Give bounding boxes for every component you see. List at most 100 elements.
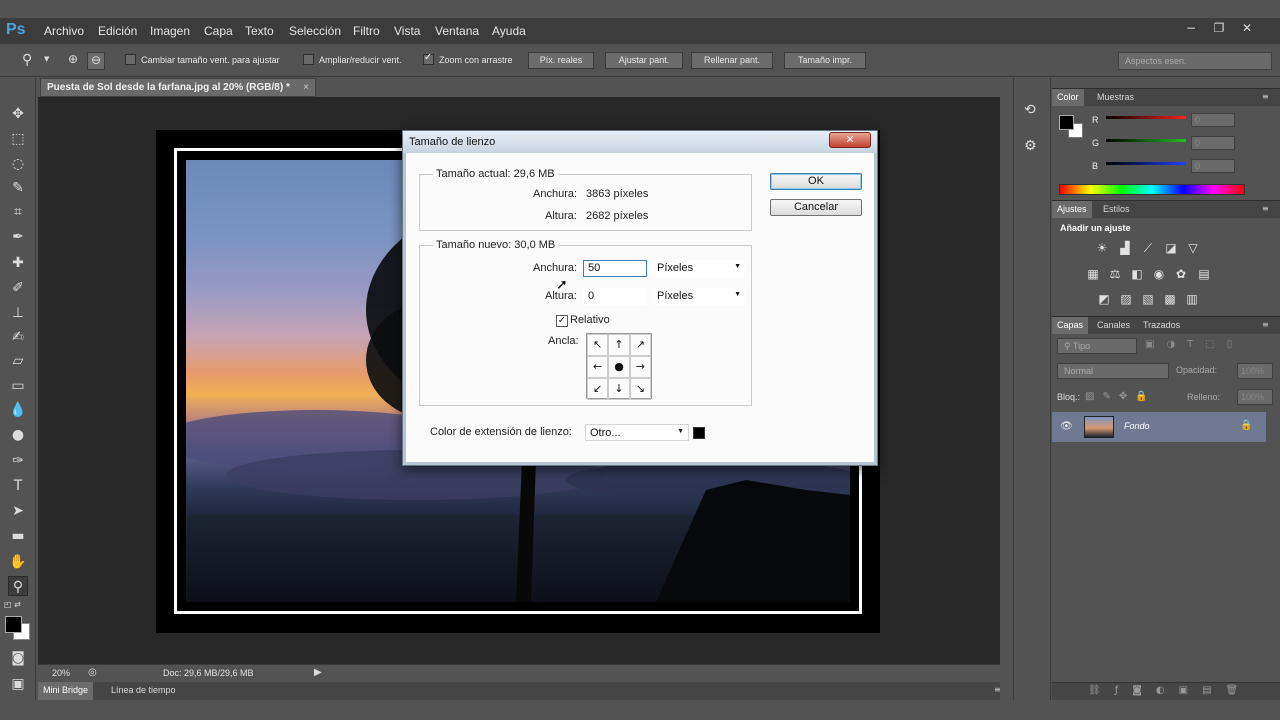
marquee-tool-icon[interactable]: ⬚ — [8, 129, 28, 149]
quick-select-tool-icon[interactable]: ✎ — [8, 178, 28, 198]
ok-button[interactable]: OK — [770, 173, 862, 190]
black-white-icon[interactable]: ◧ — [1129, 267, 1145, 281]
menu-archivo[interactable]: Archivo — [44, 24, 84, 38]
fill-value[interactable]: 100% — [1237, 389, 1273, 405]
fit-screen-button[interactable]: Ajustar pant. — [605, 52, 683, 69]
channel-g-value[interactable]: 0 — [1191, 136, 1235, 150]
lasso-tool-icon[interactable]: ◌ — [8, 154, 28, 174]
tab-color[interactable]: Color — [1052, 89, 1084, 106]
resize-windows-checkbox[interactable] — [125, 54, 136, 65]
eraser-tool-icon[interactable]: ▱ — [8, 351, 28, 371]
rectangle-tool-icon[interactable]: ▬ — [8, 526, 28, 546]
adjust-panel-menu-icon[interactable]: ≡ — [1262, 204, 1269, 213]
tab-swatches[interactable]: Muestras — [1092, 89, 1139, 105]
document-tab[interactable]: Puesta de Sol desde la farfana.jpg al 20… — [40, 78, 316, 97]
type-tool-icon[interactable]: T — [8, 476, 28, 496]
opacity-value[interactable]: 100% — [1237, 363, 1273, 379]
relative-checkbox[interactable]: ✓ — [556, 315, 568, 327]
zoom-level[interactable]: 20% — [52, 668, 70, 678]
anchor-bottom-icon[interactable]: ↓ — [608, 378, 630, 400]
gradient-tool-icon[interactable]: ▭ — [8, 376, 28, 396]
status-info-icon[interactable]: ◎ — [88, 667, 97, 678]
channel-r-slider[interactable] — [1106, 116, 1186, 119]
layer-filter-icons[interactable]: ▣◑T⬚▯ — [1145, 339, 1244, 350]
vibrance-icon[interactable]: ▽ — [1185, 241, 1201, 255]
quick-mask-icon[interactable]: ◙ — [8, 648, 28, 668]
new-width-input[interactable]: 50 — [583, 260, 647, 277]
menu-capa[interactable]: Capa — [204, 24, 233, 38]
workspace-select[interactable]: Aspectos esen. — [1118, 52, 1272, 70]
anchor-top-right-icon[interactable]: ↗ — [629, 334, 651, 356]
status-menu-arrow-icon[interactable]: ▶ — [314, 667, 322, 678]
color-panel-menu-icon[interactable]: ≡ — [1262, 92, 1269, 101]
threshold-icon[interactable]: ▧ — [1140, 292, 1156, 306]
path-select-tool-icon[interactable]: ➤ — [8, 501, 28, 521]
posterize-icon[interactable]: ▨ — [1118, 292, 1134, 306]
crop-tool-icon[interactable]: ⌗ — [8, 202, 28, 222]
layers-panel-menu-icon[interactable]: ≡ — [1262, 320, 1269, 329]
lock-icons[interactable]: ▨✎✥🔒 — [1085, 391, 1156, 402]
zoom-out-icon[interactable]: ⊖ — [87, 52, 105, 70]
restore-icon[interactable]: ❐ — [1210, 21, 1228, 39]
close-tab-icon[interactable]: × — [303, 82, 309, 93]
exposure-icon[interactable]: ◪ — [1163, 241, 1179, 255]
cancel-button[interactable]: Cancelar — [770, 199, 862, 216]
gradient-map-icon[interactable]: ▥ — [1184, 292, 1200, 306]
anchor-center-icon[interactable]: ● — [608, 356, 630, 378]
dodge-tool-icon[interactable]: ● — [8, 425, 28, 445]
brightness-icon[interactable]: ☀ — [1094, 241, 1110, 255]
layers-footer-icons[interactable]: ⛓ƒ◙◐▣▤🗑 — [1088, 685, 1252, 696]
minimize-icon[interactable]: − — [1182, 21, 1200, 39]
eye-icon[interactable]: 👁 — [1060, 421, 1073, 432]
fill-screen-button[interactable]: Rellenar pant. — [691, 52, 773, 69]
anchor-top-left-icon[interactable]: ↖ — [587, 334, 609, 356]
hand-tool-icon[interactable]: ✋ — [8, 552, 28, 572]
channel-g-slider[interactable] — [1106, 139, 1186, 142]
hue-saturation-icon[interactable]: ▦ — [1085, 267, 1101, 281]
history-brush-tool-icon[interactable]: ✍ — [8, 327, 28, 347]
chevron-down-icon[interactable]: ▼ — [44, 55, 49, 63]
eyedropper-tool-icon[interactable]: ✒ — [8, 227, 28, 247]
color-fg-swatch[interactable] — [1059, 115, 1074, 130]
tab-timeline[interactable]: Línea de tiempo — [106, 682, 181, 698]
selective-color-icon[interactable]: ▩ — [1162, 292, 1178, 306]
brush-tool-icon[interactable]: ✐ — [8, 278, 28, 298]
curves-icon[interactable]: ⟋ — [1140, 241, 1156, 255]
new-height-input[interactable]: 0 — [583, 288, 647, 305]
pen-tool-icon[interactable]: ✑ — [8, 451, 28, 471]
zoom-all-windows-checkbox[interactable] — [303, 54, 314, 65]
tab-paths[interactable]: Trazados — [1138, 317, 1185, 333]
color-lookup-icon[interactable]: ▤ — [1196, 267, 1212, 281]
menu-imagen[interactable]: Imagen — [150, 24, 190, 38]
menu-edicion[interactable]: Edición — [98, 24, 137, 38]
properties-icon[interactable]: ⚙ — [1024, 138, 1037, 154]
tab-adjustments[interactable]: Ajustes — [1052, 201, 1092, 218]
history-icon[interactable]: ⟲ — [1024, 102, 1036, 118]
menu-seleccion[interactable]: Selección — [289, 24, 341, 38]
layer-row[interactable]: 👁 Fondo 🔒 — [1052, 412, 1266, 442]
zoom-tool-icon[interactable]: ⚲ — [22, 52, 32, 68]
print-size-button[interactable]: Tamaño impr. — [784, 52, 866, 69]
menu-ventana[interactable]: Ventana — [435, 24, 479, 38]
anchor-bottom-left-icon[interactable]: ↙ — [587, 378, 609, 400]
default-colors-icon[interactable]: ◰ ⇄ — [4, 600, 21, 609]
extension-color-select[interactable]: Otro... — [585, 424, 689, 441]
levels-icon[interactable]: ▟ — [1117, 241, 1133, 255]
tab-layers[interactable]: Capas — [1052, 317, 1089, 334]
channel-b-slider[interactable] — [1106, 162, 1186, 165]
layer-filter-select[interactable]: ⚲ Tipo — [1057, 338, 1137, 354]
dialog-close-button[interactable]: ✕ — [829, 132, 871, 148]
tab-channels[interactable]: Canales — [1092, 317, 1135, 333]
close-window-icon[interactable]: ✕ — [1238, 21, 1256, 39]
anchor-top-icon[interactable]: ↑ — [608, 334, 630, 356]
zoom-tool-icon[interactable]: ⚲ — [8, 576, 28, 596]
extension-color-swatch[interactable] — [693, 427, 705, 439]
blend-mode-select[interactable]: Normal — [1057, 363, 1169, 379]
photo-filter-icon[interactable]: ◉ — [1151, 267, 1167, 281]
healing-brush-tool-icon[interactable]: ✚ — [8, 253, 28, 273]
height-unit-select[interactable]: Píxeles — [653, 288, 745, 305]
menu-texto[interactable]: Texto — [245, 24, 274, 38]
anchor-bottom-right-icon[interactable]: ↘ — [629, 378, 651, 400]
actual-pixels-button[interactable]: Píx. reales — [528, 52, 594, 69]
channel-r-value[interactable]: 0 — [1191, 113, 1235, 127]
